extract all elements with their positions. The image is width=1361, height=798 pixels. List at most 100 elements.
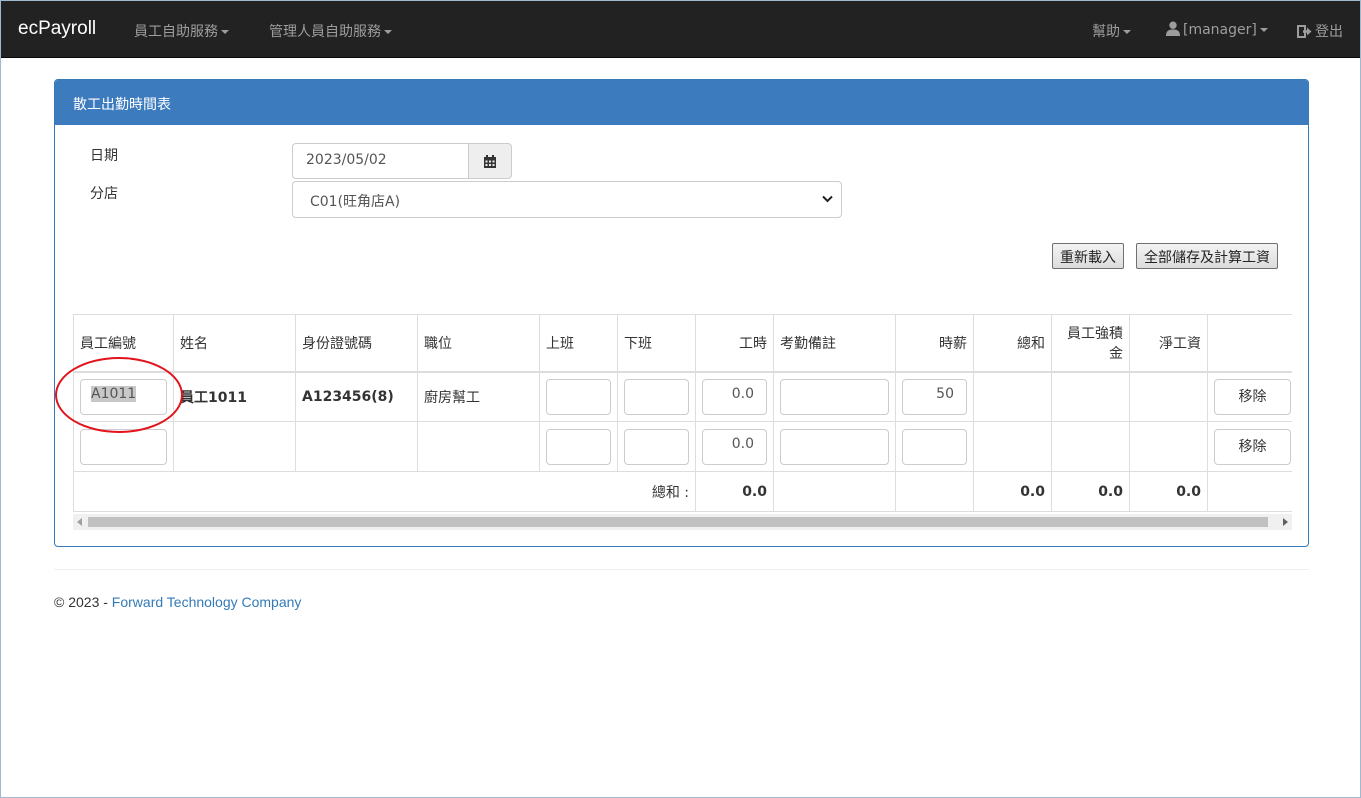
save-all-calc-button[interactable]: 全部儲存及計算工資 xyxy=(1136,243,1278,269)
hours-cell: 0.0 xyxy=(695,371,774,422)
col-header-end: 下班 xyxy=(617,314,696,373)
table-row: 0.0 移除 xyxy=(73,421,1292,472)
branch-select[interactable]: C01(旺角店A) xyxy=(292,181,842,218)
date-input[interactable]: 2023/05/02 xyxy=(292,143,469,179)
scrollbar-thumb[interactable] xyxy=(88,517,1268,527)
timesheet-table-scroll: 員工編號 姓名 身份證號碼 職位 上班 下班 工時 考勤備註 時薪 總和 員工強… xyxy=(73,314,1292,530)
id-no-cell: A123456(8) xyxy=(295,371,418,422)
company-link[interactable]: Forward Technology Company xyxy=(112,594,302,610)
sum-net: 0.0 xyxy=(1129,471,1208,512)
footer-divider xyxy=(54,569,1309,570)
scroll-right-arrow-icon[interactable] xyxy=(1283,518,1288,526)
hours-cell: 0.0 xyxy=(695,421,774,472)
start-cell xyxy=(539,371,618,422)
sum-empty-remark xyxy=(773,471,896,512)
menu-user[interactable]: [manager] xyxy=(1166,21,1268,38)
action-cell: 移除 xyxy=(1207,371,1292,422)
sum-mpf: 0.0 xyxy=(1051,471,1130,512)
menu-help[interactable]: 幫助 xyxy=(1092,21,1131,41)
reload-button[interactable]: 重新載入 xyxy=(1052,243,1124,269)
start-time-input[interactable] xyxy=(546,378,611,415)
sum-empty-rate xyxy=(895,471,974,512)
menu-employee-self-service[interactable]: 員工自助服務 xyxy=(134,21,229,41)
col-header-name: 姓名 xyxy=(173,314,296,373)
hours-input[interactable]: 0.0 xyxy=(702,378,767,415)
menu-manager-self-service[interactable]: 管理人員自助服務 xyxy=(269,21,392,41)
end-cell xyxy=(617,371,696,422)
col-header-rate: 時薪 xyxy=(895,314,974,373)
sum-label: 總和 : xyxy=(73,471,696,512)
name-cell xyxy=(173,421,296,472)
table-footer-row: 總和 : 0.0 0.0 0.0 0.0 xyxy=(73,471,1292,512)
timesheet-table: 員工編號 姓名 身份證號碼 職位 上班 下班 工時 考勤備註 時薪 總和 員工強… xyxy=(73,314,1292,512)
menu-manager-label: 管理人員自助服務 xyxy=(269,24,381,40)
net-cell xyxy=(1129,421,1208,472)
position-cell xyxy=(417,421,540,472)
branch-label: 分店 xyxy=(90,186,118,202)
col-header-remark: 考勤備註 xyxy=(773,314,896,373)
total-cell xyxy=(973,371,1052,422)
table-row: A1011 員工1011 A123456(8) 廚房幫工 0.0 50 移除 xyxy=(73,371,1292,422)
end-cell xyxy=(617,421,696,472)
rate-input[interactable] xyxy=(902,428,967,465)
id-no-cell xyxy=(295,421,418,472)
timesheet-panel: 散工出勤時間表 日期 2023/05/02 分店 C01(旺角店A) 重新載入 … xyxy=(54,79,1309,547)
remark-cell xyxy=(773,421,896,472)
menu-user-label: [manager] xyxy=(1183,22,1257,38)
start-cell xyxy=(539,421,618,472)
col-header-start: 上班 xyxy=(539,314,618,373)
highlight-circle-annotation xyxy=(55,357,183,433)
sum-hours: 0.0 xyxy=(695,471,774,512)
mpf-cell xyxy=(1051,421,1130,472)
end-time-input[interactable] xyxy=(624,428,689,465)
name-cell: 員工1011 xyxy=(173,371,296,422)
caret-down-icon xyxy=(384,30,392,34)
brand-logo[interactable]: ecPayroll xyxy=(18,18,96,40)
col-header-total: 總和 xyxy=(973,314,1052,373)
remove-button[interactable]: 移除 xyxy=(1214,428,1291,465)
emp-id-input[interactable] xyxy=(80,428,167,465)
branch-selected-value: C01(旺角店A) xyxy=(310,194,401,210)
calendar-button[interactable] xyxy=(468,143,512,179)
rate-cell xyxy=(895,421,974,472)
rate-input[interactable]: 50 xyxy=(902,378,967,415)
net-cell xyxy=(1129,371,1208,422)
horizontal-scrollbar[interactable] xyxy=(73,514,1292,530)
remove-button[interactable]: 移除 xyxy=(1214,378,1291,415)
position-cell: 廚房幫工 xyxy=(417,371,540,422)
logout-label: 登出 xyxy=(1315,24,1343,40)
mpf-cell xyxy=(1051,371,1130,422)
caret-down-icon xyxy=(1259,28,1268,32)
col-header-net: 淨工資 xyxy=(1129,314,1208,373)
calendar-icon xyxy=(484,155,496,168)
menu-employee-label: 員工自助服務 xyxy=(134,24,218,40)
col-header-action xyxy=(1207,314,1292,373)
logout-link[interactable]: 登出 xyxy=(1297,21,1343,41)
col-header-id-no: 身份證號碼 xyxy=(295,314,418,373)
end-time-input[interactable] xyxy=(624,378,689,415)
top-navbar: ecPayroll 員工自助服務 管理人員自助服務 幫助 [manager] 登… xyxy=(1,1,1360,58)
col-header-hours: 工時 xyxy=(695,314,774,373)
panel-title: 散工出勤時間表 xyxy=(55,80,1308,125)
action-cell: 移除 xyxy=(1207,421,1292,472)
date-label: 日期 xyxy=(90,148,118,164)
remark-input[interactable] xyxy=(780,378,889,415)
remark-cell xyxy=(773,371,896,422)
start-time-input[interactable] xyxy=(546,428,611,465)
caret-down-icon xyxy=(1123,30,1131,34)
menu-help-label: 幫助 xyxy=(1092,24,1120,40)
caret-down-icon xyxy=(221,30,229,34)
scroll-left-arrow-icon[interactable] xyxy=(77,518,82,526)
table-header-row: 員工編號 姓名 身份證號碼 職位 上班 下班 工時 考勤備註 時薪 總和 員工強… xyxy=(73,314,1292,373)
remark-input[interactable] xyxy=(780,428,889,465)
rate-cell: 50 xyxy=(895,371,974,422)
page-footer: © 2023 - Forward Technology Company xyxy=(54,594,301,610)
col-header-position: 職位 xyxy=(417,314,540,373)
logout-icon xyxy=(1297,25,1312,38)
chevron-down-icon xyxy=(822,195,833,203)
user-icon xyxy=(1166,21,1180,36)
sum-empty-action xyxy=(1207,471,1292,512)
sum-total: 0.0 xyxy=(973,471,1052,512)
col-header-mpf: 員工強積金 xyxy=(1051,314,1130,373)
hours-input[interactable]: 0.0 xyxy=(702,428,767,465)
